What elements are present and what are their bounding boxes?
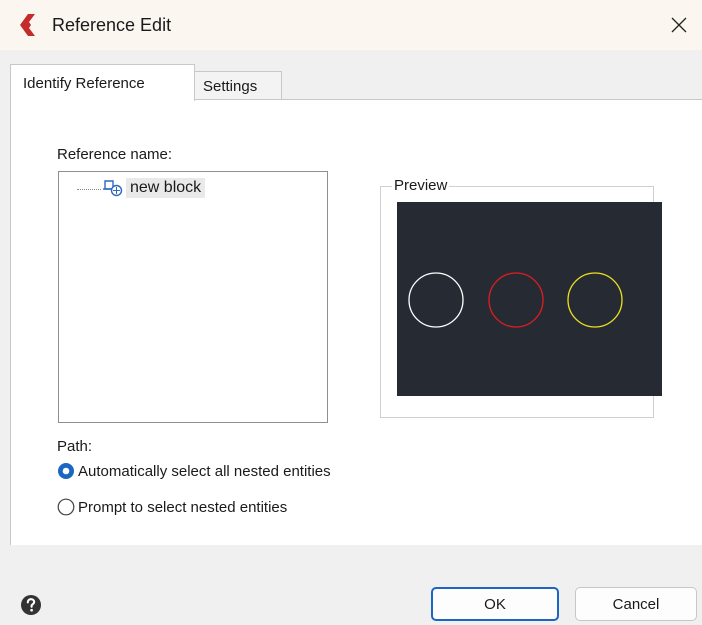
tree-item-new-block[interactable]: new block [77, 176, 206, 200]
tab-identify-reference[interactable]: Identify Reference [10, 64, 195, 101]
path-label: Path: [57, 438, 93, 455]
radio-label: Prompt to select nested entities [78, 498, 288, 516]
radio-prompt-select[interactable]: Prompt to select nested entities [57, 496, 287, 518]
preview-canvas [397, 202, 662, 396]
ok-button-label: OK [484, 595, 506, 613]
cancel-button-label: Cancel [612, 595, 660, 613]
tree-connector [77, 188, 101, 190]
window-title: Reference Edit [52, 15, 172, 35]
tab-label: Settings [203, 77, 258, 95]
preview-label: Preview [392, 177, 450, 194]
reference-tree[interactable]: new block [58, 171, 328, 423]
block-reference-icon [103, 180, 123, 197]
tab-bar: Identify Reference Settings [0, 64, 702, 101]
help-icon[interactable] [20, 594, 42, 616]
ok-button[interactable]: OK [431, 587, 559, 621]
radio-checked-icon [58, 463, 74, 479]
tab-label: Identify Reference [23, 74, 145, 92]
app-logo-icon [20, 14, 35, 36]
tab-settings[interactable]: Settings [194, 71, 282, 100]
radio-label: Automatically select all nested entities [78, 462, 331, 480]
yellow-circle [567, 272, 623, 328]
close-icon [671, 17, 687, 33]
close-button[interactable] [656, 0, 702, 50]
red-circle [488, 272, 544, 328]
radio-unchecked-icon [57, 498, 75, 516]
tree-item-label: new block [126, 178, 206, 198]
reference-name-label: Reference name: [57, 146, 173, 163]
radio-auto-select[interactable]: Automatically select all nested entities [57, 460, 331, 482]
title-bar: Reference Edit [0, 0, 702, 50]
preview-drawing [408, 272, 623, 328]
white-circle [408, 272, 464, 328]
cancel-button[interactable]: Cancel [575, 587, 697, 621]
